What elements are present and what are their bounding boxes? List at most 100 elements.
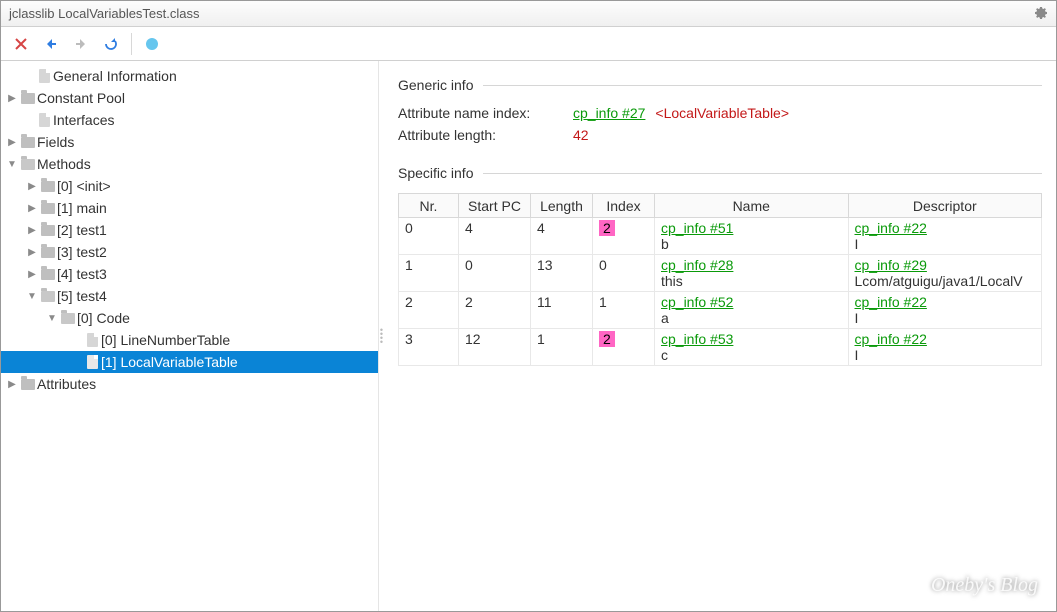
- folder-icon: [61, 313, 75, 324]
- tree-item-method-test2[interactable]: ▶[3] test2: [1, 241, 378, 263]
- cell-descriptor: cp_info #22I: [848, 292, 1042, 329]
- globe-icon[interactable]: [138, 30, 166, 58]
- cell-length: 13: [531, 255, 593, 292]
- tree-item-method-main[interactable]: ▶[1] main: [1, 197, 378, 219]
- cell-name: cp_info #52a: [655, 292, 849, 329]
- cpinfo-link[interactable]: cp_info #22: [855, 331, 927, 347]
- folder-icon: [41, 181, 55, 192]
- chevron-right-icon[interactable]: ▶: [25, 247, 39, 258]
- folder-icon: [21, 93, 35, 104]
- tree-item-code[interactable]: ▼[0] Code: [1, 307, 378, 329]
- tree-item-fields[interactable]: ▶Fields: [1, 131, 378, 153]
- folder-icon: [21, 137, 35, 148]
- refresh-icon[interactable]: [97, 30, 125, 58]
- table-row[interactable]: 22111cp_info #52acp_info #22I: [399, 292, 1042, 329]
- folder-icon: [21, 379, 35, 390]
- cell-index: 1: [593, 292, 655, 329]
- attr-name-tag: <LocalVariableTable>: [655, 105, 789, 121]
- col-index[interactable]: Index: [593, 194, 655, 218]
- cell-index: 0: [593, 255, 655, 292]
- window-title: jclasslib LocalVariablesTest.class: [9, 6, 200, 21]
- grip-icon: ••••: [380, 328, 383, 344]
- chevron-right-icon[interactable]: ▶: [5, 93, 19, 104]
- cell-nr: 2: [399, 292, 459, 329]
- cell-nr: 1: [399, 255, 459, 292]
- detail-panel: Generic info Attribute name index: cp_in…: [384, 61, 1056, 611]
- tree-item-method-test4[interactable]: ▼[5] test4: [1, 285, 378, 307]
- cell-nr: 3: [399, 329, 459, 366]
- cpinfo-link[interactable]: cp_info #29: [855, 257, 927, 273]
- col-length[interactable]: Length: [531, 194, 593, 218]
- local-variable-table: Nr. Start PC Length Index Name Descripto…: [398, 193, 1042, 366]
- tree-item-general-info[interactable]: General Information: [1, 65, 378, 87]
- table-row[interactable]: 31212cp_info #53ccp_info #22I: [399, 329, 1042, 366]
- cell-name: cp_info #53c: [655, 329, 849, 366]
- tree-item-interfaces[interactable]: Interfaces: [1, 109, 378, 131]
- chevron-down-icon[interactable]: ▼: [45, 313, 59, 324]
- cell-startpc: 0: [459, 255, 531, 292]
- file-icon: [87, 355, 98, 369]
- col-nr[interactable]: Nr.: [399, 194, 459, 218]
- tree-item-attributes[interactable]: ▶Attributes: [1, 373, 378, 395]
- cpinfo-link[interactable]: cp_info #22: [855, 220, 927, 236]
- folder-icon: [21, 159, 35, 170]
- tree-item-method-test1[interactable]: ▶[2] test1: [1, 219, 378, 241]
- cell-name: cp_info #28this: [655, 255, 849, 292]
- tree-item-linenumbertable[interactable]: [0] LineNumberTable: [1, 329, 378, 351]
- forward-icon[interactable]: [67, 30, 95, 58]
- file-icon: [39, 113, 50, 127]
- cell-length: 1: [531, 329, 593, 366]
- col-name[interactable]: Name: [655, 194, 849, 218]
- cell-name: cp_info #51b: [655, 218, 849, 255]
- folder-icon: [41, 291, 55, 302]
- attr-length-value: 42: [573, 127, 589, 143]
- tree-panel[interactable]: General Information ▶Constant Pool Inter…: [1, 61, 379, 611]
- folder-icon: [41, 269, 55, 280]
- specific-info-header: Specific info: [398, 165, 1042, 181]
- cell-index: 2: [593, 329, 655, 366]
- app-window: jclasslib LocalVariablesTest.class Gener…: [0, 0, 1057, 612]
- chevron-right-icon[interactable]: ▶: [25, 225, 39, 236]
- back-icon[interactable]: [37, 30, 65, 58]
- folder-icon: [41, 203, 55, 214]
- toolbar-separator: [131, 33, 132, 55]
- cell-startpc: 4: [459, 218, 531, 255]
- cpinfo-link[interactable]: cp_info #53: [661, 331, 733, 347]
- table-row[interactable]: 0442cp_info #51bcp_info #22I: [399, 218, 1042, 255]
- tree-item-methods[interactable]: ▼Methods: [1, 153, 378, 175]
- folder-icon: [41, 247, 55, 258]
- chevron-right-icon[interactable]: ▶: [25, 203, 39, 214]
- cell-length: 4: [531, 218, 593, 255]
- cpinfo-link[interactable]: cp_info #52: [661, 294, 733, 310]
- file-icon: [87, 333, 98, 347]
- table-row[interactable]: 10130cp_info #28thiscp_info #29Lcom/atgu…: [399, 255, 1042, 292]
- attr-name-row: Attribute name index: cp_info #27 <Local…: [398, 105, 1042, 121]
- table-header-row: Nr. Start PC Length Index Name Descripto…: [399, 194, 1042, 218]
- chevron-right-icon[interactable]: ▶: [5, 137, 19, 148]
- chevron-right-icon[interactable]: ▶: [25, 269, 39, 280]
- cell-startpc: 2: [459, 292, 531, 329]
- cpinfo-link[interactable]: cp_info #22: [855, 294, 927, 310]
- cpinfo-link[interactable]: cp_info #51: [661, 220, 733, 236]
- tree-item-method-test3[interactable]: ▶[4] test3: [1, 263, 378, 285]
- chevron-down-icon[interactable]: ▼: [5, 159, 19, 170]
- folder-icon: [41, 225, 55, 236]
- cell-descriptor: cp_info #22I: [848, 218, 1042, 255]
- cpinfo-link[interactable]: cp_info #27: [573, 105, 645, 121]
- generic-info-header: Generic info: [398, 77, 1042, 93]
- close-icon[interactable]: [7, 30, 35, 58]
- col-startpc[interactable]: Start PC: [459, 194, 531, 218]
- tree-item-localvariabletable[interactable]: [1] LocalVariableTable: [1, 351, 378, 373]
- titlebar: jclasslib LocalVariablesTest.class: [1, 1, 1056, 27]
- tree-item-method-init[interactable]: ▶[0] <init>: [1, 175, 378, 197]
- chevron-down-icon[interactable]: ▼: [25, 291, 39, 302]
- chevron-right-icon[interactable]: ▶: [5, 379, 19, 390]
- chevron-right-icon[interactable]: ▶: [25, 181, 39, 192]
- col-descriptor[interactable]: Descriptor: [848, 194, 1042, 218]
- cpinfo-link[interactable]: cp_info #28: [661, 257, 733, 273]
- gear-icon[interactable]: [1032, 4, 1048, 23]
- tree-item-constant-pool[interactable]: ▶Constant Pool: [1, 87, 378, 109]
- cell-length: 11: [531, 292, 593, 329]
- attr-length-row: Attribute length: 42: [398, 127, 1042, 143]
- file-icon: [39, 69, 50, 83]
